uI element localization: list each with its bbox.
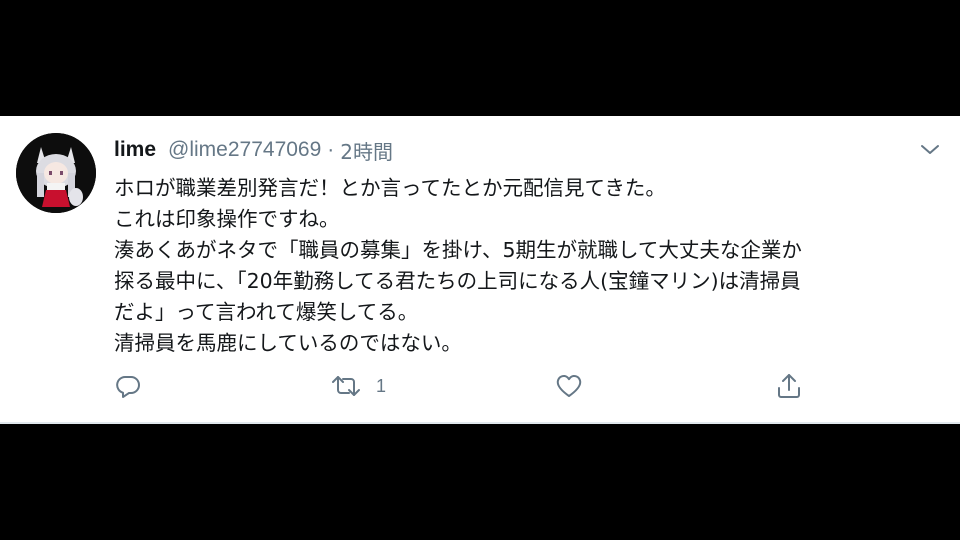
tweet-card[interactable]: lime @lime27747069 · 2時間 ホロが職業差別発言だ！とか言っ… — [0, 116, 960, 424]
tweet-text-line: 探る最中に、「20年勤務してる君たちの上司になる人(宝鐘マリン)は清掃員 — [114, 269, 801, 293]
tweet-actions: 1 — [114, 370, 834, 402]
retweet-count: 1 — [376, 375, 387, 396]
heart-icon — [554, 372, 584, 400]
share-icon — [774, 371, 804, 401]
tweet-header: lime @lime27747069 · 2時間 — [114, 136, 393, 164]
tweet-text: ホロが職業差別発言だ！とか言ってたとか元配信見てきた。 これは印象操作ですね。 … — [114, 173, 944, 359]
letterbox-top — [0, 0, 960, 116]
timestamp[interactable]: 2時間 — [340, 136, 393, 165]
separator-dot: · — [327, 138, 335, 161]
retweet-button[interactable]: 1 — [330, 370, 386, 402]
tweet-text-line: これは印象操作ですね。 — [114, 207, 340, 231]
share-button[interactable] — [774, 370, 804, 402]
like-button[interactable] — [554, 370, 584, 402]
chevron-down-icon[interactable] — [918, 138, 942, 162]
retweet-icon — [330, 372, 362, 400]
avatar-image — [16, 133, 96, 213]
user-handle[interactable]: @lime27747069 — [168, 138, 321, 162]
tweet-text-line: だよ」って言われて爆笑してる。 — [114, 300, 419, 324]
tweet-text-line: ホロが職業差別発言だ！とか言ってたとか元配信見てきた。 — [114, 176, 666, 200]
reply-button[interactable] — [114, 370, 142, 402]
letterbox-bottom — [0, 424, 960, 540]
display-name[interactable]: lime — [114, 138, 156, 162]
avatar[interactable] — [16, 133, 96, 213]
reply-icon — [114, 372, 142, 400]
tweet-text-line: 湊あくあがネタで「職員の募集」を掛け、5期生が就職して大丈夫な企業か — [114, 238, 802, 262]
tweet-text-line: 清掃員を馬鹿にしているのではない。 — [114, 331, 462, 355]
